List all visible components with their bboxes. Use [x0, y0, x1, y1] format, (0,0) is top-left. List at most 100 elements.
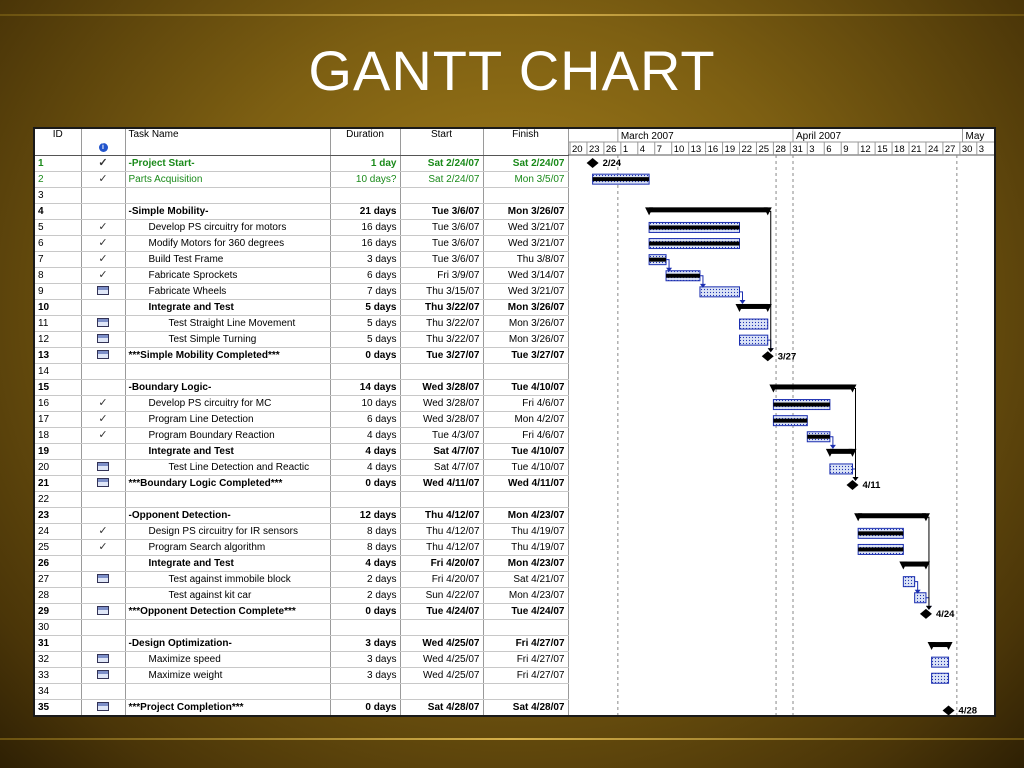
task-name[interactable] [125, 363, 331, 380]
header-indicators[interactable]: i [81, 129, 126, 156]
task-duration[interactable]: 3 days [330, 635, 401, 652]
task-id[interactable]: 33 [35, 667, 82, 684]
task-start[interactable]: Thu 3/15/07 [400, 283, 484, 300]
task-finish[interactable]: Thu 4/19/07 [483, 539, 569, 556]
task-id[interactable]: 25 [35, 539, 82, 556]
task-name[interactable]: Develop PS circuitry for MC [125, 395, 331, 412]
table-row[interactable]: 28 Test against kit car 2 days Sun 4/22/07 M… [35, 587, 569, 604]
table-row[interactable]: 30 [35, 619, 569, 636]
task-indicator[interactable]: ✓ [81, 235, 126, 252]
task-indicator[interactable] [81, 587, 126, 604]
task-finish[interactable] [483, 187, 569, 204]
task-id[interactable]: 27 [35, 571, 82, 588]
task-name[interactable]: Maximize speed [125, 651, 331, 668]
task-finish[interactable]: Wed 4/11/07 [483, 475, 569, 492]
task-start[interactable]: Tue 3/6/07 [400, 219, 484, 236]
task-duration[interactable]: 0 days [330, 603, 401, 620]
task-finish[interactable]: Sat 4/28/07 [483, 699, 569, 715]
task-id[interactable]: 7 [35, 251, 82, 268]
task-id[interactable]: 30 [35, 619, 82, 636]
task-indicator[interactable] [81, 187, 126, 204]
task-finish[interactable]: Wed 3/21/07 [483, 219, 569, 236]
task-indicator[interactable] [81, 683, 126, 700]
task-start[interactable]: Wed 4/11/07 [400, 475, 484, 492]
task-duration[interactable]: 2 days [330, 571, 401, 588]
task-start[interactable]: Wed 3/28/07 [400, 379, 484, 396]
task-indicator[interactable] [81, 491, 126, 508]
task-duration[interactable]: 6 days [330, 411, 401, 428]
task-id[interactable]: 9 [35, 283, 82, 300]
task-finish[interactable]: Sat 2/24/07 [483, 155, 569, 172]
table-row[interactable]: 20 Test Line Detection and Reactic 4 days S… [35, 459, 569, 476]
task-finish[interactable]: Mon 4/23/07 [483, 587, 569, 604]
task-duration[interactable]: 16 days [330, 219, 401, 236]
task-finish[interactable]: Thu 4/19/07 [483, 523, 569, 540]
task-duration[interactable]: 3 days [330, 667, 401, 684]
task-finish[interactable]: Wed 3/21/07 [483, 283, 569, 300]
task-start[interactable]: Fri 3/9/07 [400, 267, 484, 284]
task-start[interactable]: Sat 2/24/07 [400, 155, 484, 172]
task-id[interactable]: 10 [35, 299, 82, 316]
task-indicator[interactable] [81, 635, 126, 652]
task-finish[interactable]: Sat 4/21/07 [483, 571, 569, 588]
task-name[interactable]: Design PS circuitry for IR sensors [125, 523, 331, 540]
task-start[interactable]: Sat 2/24/07 [400, 171, 484, 188]
task-finish[interactable]: Wed 3/14/07 [483, 267, 569, 284]
task-duration[interactable] [330, 683, 401, 700]
table-row[interactable]: 26 Integrate and Test 4 days Fri 4/20/07 Mon… [35, 555, 569, 572]
task-indicator[interactable] [81, 347, 126, 364]
task-id[interactable]: 34 [35, 683, 82, 700]
task-name[interactable]: -Project Start- [125, 155, 331, 172]
table-row[interactable]: 23 -Opponent Detection- 12 days Thu 4/12/07… [35, 507, 569, 524]
table-row[interactable]: 9 Fabricate Wheels 7 days Thu 3/15/07 Wed 3/… [35, 283, 569, 300]
task-duration[interactable]: 12 days [330, 507, 401, 524]
task-id[interactable]: 4 [35, 203, 82, 220]
task-duration[interactable]: 4 days [330, 459, 401, 476]
table-row[interactable]: 16 ✓ Develop PS circuitry for MC 10 days Wed… [35, 395, 569, 412]
table-row[interactable]: 5 ✓ Develop PS circuitry for motors 16 days… [35, 219, 569, 236]
task-finish[interactable] [483, 683, 569, 700]
task-finish[interactable]: Fri 4/27/07 [483, 651, 569, 668]
task-indicator[interactable] [81, 651, 126, 668]
task-id[interactable]: 13 [35, 347, 82, 364]
task-start[interactable]: Wed 4/25/07 [400, 635, 484, 652]
task-finish[interactable]: Mon 4/23/07 [483, 555, 569, 572]
task-indicator[interactable] [81, 363, 126, 380]
task-start[interactable] [400, 187, 484, 204]
table-row[interactable]: 14 [35, 363, 569, 380]
task-indicator[interactable]: ✓ [81, 539, 126, 556]
task-duration[interactable]: 2 days [330, 587, 401, 604]
task-id[interactable]: 11 [35, 315, 82, 332]
task-id[interactable]: 14 [35, 363, 82, 380]
task-id[interactable]: 23 [35, 507, 82, 524]
task-start[interactable] [400, 619, 484, 636]
task-id[interactable]: 32 [35, 651, 82, 668]
task-finish[interactable]: Tue 3/27/07 [483, 347, 569, 364]
task-name[interactable]: Program Boundary Reaction [125, 427, 331, 444]
task-name[interactable]: Integrate and Test [125, 555, 331, 572]
table-row[interactable]: 3 [35, 187, 569, 204]
table-row[interactable]: 31 -Design Optimization- 3 days Wed 4/25/07… [35, 635, 569, 652]
task-name[interactable]: Test Straight Line Movement [125, 315, 331, 332]
task-indicator[interactable] [81, 315, 126, 332]
table-row[interactable]: 18 ✓ Program Boundary Reaction 4 days Tue 4/… [35, 427, 569, 444]
task-indicator[interactable]: ✓ [81, 411, 126, 428]
task-start[interactable]: Thu 3/22/07 [400, 299, 484, 316]
table-row[interactable]: 4 -Simple Mobility- 21 days Tue 3/6/07 Mon 3… [35, 203, 569, 220]
task-duration[interactable]: 1 day [330, 155, 401, 172]
task-name[interactable]: Test Simple Turning [125, 331, 331, 348]
task-start[interactable]: Sun 4/22/07 [400, 587, 484, 604]
task-start[interactable]: Tue 3/27/07 [400, 347, 484, 364]
task-start[interactable] [400, 491, 484, 508]
task-start[interactable]: Wed 3/28/07 [400, 395, 484, 412]
task-start[interactable]: Thu 4/12/07 [400, 507, 484, 524]
task-id[interactable]: 3 [35, 187, 82, 204]
task-duration[interactable]: 14 days [330, 379, 401, 396]
table-row[interactable]: 1 ✓ -Project Start- 1 day Sat 2/24/07 Sat 2/2… [35, 155, 569, 172]
task-duration[interactable]: 4 days [330, 427, 401, 444]
task-indicator[interactable] [81, 603, 126, 620]
task-indicator[interactable]: ✓ [81, 395, 126, 412]
task-id[interactable]: 31 [35, 635, 82, 652]
table-row[interactable]: 22 [35, 491, 569, 508]
task-finish[interactable]: Fri 4/27/07 [483, 667, 569, 684]
